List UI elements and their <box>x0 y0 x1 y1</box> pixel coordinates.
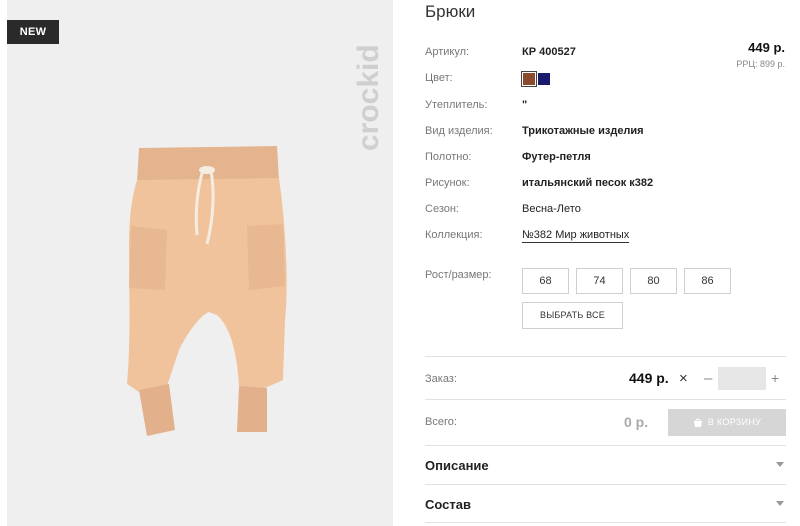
divider <box>425 484 786 485</box>
multiply-icon: × <box>679 370 688 387</box>
size-option-68[interactable]: 68 <box>522 268 569 294</box>
attr-value-season: Весна-Лето <box>522 203 581 215</box>
product-photo <box>127 146 287 436</box>
attr-label-season: Сезон: <box>425 203 459 215</box>
divider <box>425 522 786 523</box>
size-option-86[interactable]: 86 <box>684 268 731 294</box>
accordion-composition[interactable]: Состав <box>425 497 471 512</box>
order-price: 449 р. <box>629 370 669 386</box>
attr-value-article: КР 400527 <box>522 46 576 58</box>
color-swatch-navy[interactable] <box>538 73 550 85</box>
attr-label-type: Вид изделия: <box>425 125 493 137</box>
attr-value-fabric: Футер-петля <box>522 151 591 163</box>
accordion-description[interactable]: Описание <box>425 458 489 473</box>
brand-logo-text: crockid <box>352 44 385 151</box>
attr-label-fabric: Полотно: <box>425 151 472 163</box>
add-to-cart-label: В КОРЗИНУ <box>707 417 762 427</box>
new-badge: NEW <box>7 20 59 44</box>
attr-label-article: Артикул: <box>425 46 470 58</box>
cart-icon <box>693 418 702 427</box>
product-title: Брюки <box>425 2 476 21</box>
attr-label-pattern: Рисунок: <box>425 177 470 189</box>
attr-label-collection: Коллекция: <box>425 229 483 241</box>
attr-label-color: Цвет: <box>425 72 453 84</box>
total-value: 0 р. <box>624 414 649 430</box>
attr-label-insulation: Утеплитель: <box>425 99 488 111</box>
recommended-price: РРЦ: 899 р. <box>736 59 785 69</box>
decrease-quantity-button[interactable]: – <box>704 370 712 387</box>
increase-quantity-button[interactable]: + <box>771 370 779 386</box>
total-label: Всего: <box>425 416 457 428</box>
attr-value-type: Трикотажные изделия <box>522 125 644 137</box>
product-image-pane: NEW crockid <box>7 0 393 526</box>
order-label: Заказ: <box>425 373 457 385</box>
attr-value-pattern: итальянский песок к382 <box>522 177 654 189</box>
size-option-80[interactable]: 80 <box>630 268 677 294</box>
product-price: 449 р. <box>748 40 785 55</box>
color-swatch-brown[interactable] <box>521 71 537 87</box>
chevron-down-icon[interactable] <box>776 501 784 506</box>
size-option-74[interactable]: 74 <box>576 268 623 294</box>
quantity-input[interactable] <box>718 367 766 390</box>
add-to-cart-button[interactable]: В КОРЗИНУ <box>668 409 786 436</box>
divider <box>425 445 786 446</box>
size-label: Рост/размер: <box>425 269 492 281</box>
divider <box>425 399 786 400</box>
collection-link[interactable]: №382 Мир животных <box>522 229 630 243</box>
select-all-sizes-button[interactable]: ВЫБРАТЬ ВСЕ <box>522 302 623 329</box>
brand-logo: crockid <box>352 44 385 151</box>
chevron-down-icon[interactable] <box>776 462 784 467</box>
attr-value-insulation: " <box>522 99 528 111</box>
divider <box>425 356 786 357</box>
